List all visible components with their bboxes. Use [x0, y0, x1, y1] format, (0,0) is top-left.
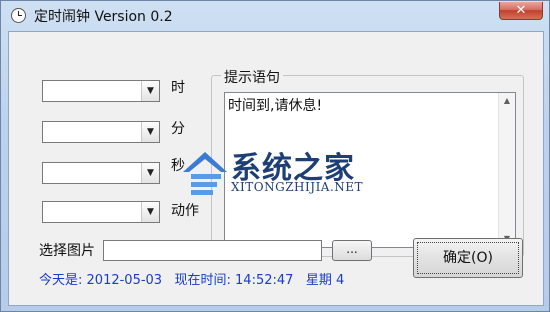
time-value: 14:52:47 — [235, 273, 294, 288]
client-area: ▼ 时 ▼ 分 ▼ 秒 ▼ 动作 提示语句 时间到,请休息! ▲ ▼ 选 — [8, 31, 544, 306]
scroll-up-icon[interactable]: ▲ — [499, 93, 515, 109]
clock-icon — [11, 8, 26, 23]
window-title: 定时闹钟 Version 0.2 — [34, 9, 173, 25]
chevron-down-icon[interactable]: ▼ — [141, 202, 159, 222]
ok-button-label: 确定(O) — [443, 250, 493, 266]
date-value: 2012-05-03 — [86, 273, 163, 288]
time-label: 现在时间: — [174, 273, 231, 288]
image-select-label: 选择图片 — [39, 243, 95, 259]
second-combo[interactable]: ▼ — [42, 162, 160, 184]
chevron-down-icon[interactable]: ▼ — [141, 163, 159, 183]
app-window: 定时闹钟 Version 0.2 ✕ ▼ 时 ▼ 分 ▼ 秒 ▼ 动作 提示语句… — [0, 0, 550, 312]
chevron-down-icon[interactable]: ▼ — [141, 122, 159, 142]
chevron-down-icon[interactable]: ▼ — [141, 81, 159, 101]
hour-label: 时 — [171, 80, 185, 96]
close-button[interactable]: ✕ — [499, 2, 543, 20]
action-combo[interactable]: ▼ — [42, 201, 160, 223]
minute-label: 分 — [171, 121, 185, 137]
hour-combo[interactable]: ▼ — [42, 80, 160, 102]
weekday-value: 星期 4 — [305, 273, 345, 288]
action-label: 动作 — [171, 203, 199, 219]
message-text: 时间到,请休息! — [228, 98, 323, 114]
message-textarea[interactable]: 时间到,请休息! ▲ ▼ — [224, 92, 516, 248]
vertical-scrollbar[interactable]: ▲ ▼ — [498, 93, 515, 247]
minute-combo[interactable]: ▼ — [42, 121, 160, 143]
ok-button[interactable]: 确定(O) — [413, 238, 523, 278]
image-path-input[interactable] — [103, 240, 322, 261]
second-label: 秒 — [171, 158, 185, 174]
message-group-legend: 提示语句 — [221, 67, 283, 87]
browse-button[interactable]: ... — [332, 240, 372, 261]
today-label: 今天是: — [39, 273, 83, 288]
status-line: 今天是: 2012-05-03 现在时间: 14:52:47 星期 4 — [39, 269, 344, 288]
title-bar[interactable]: 定时闹钟 Version 0.2 ✕ — [1, 1, 549, 31]
